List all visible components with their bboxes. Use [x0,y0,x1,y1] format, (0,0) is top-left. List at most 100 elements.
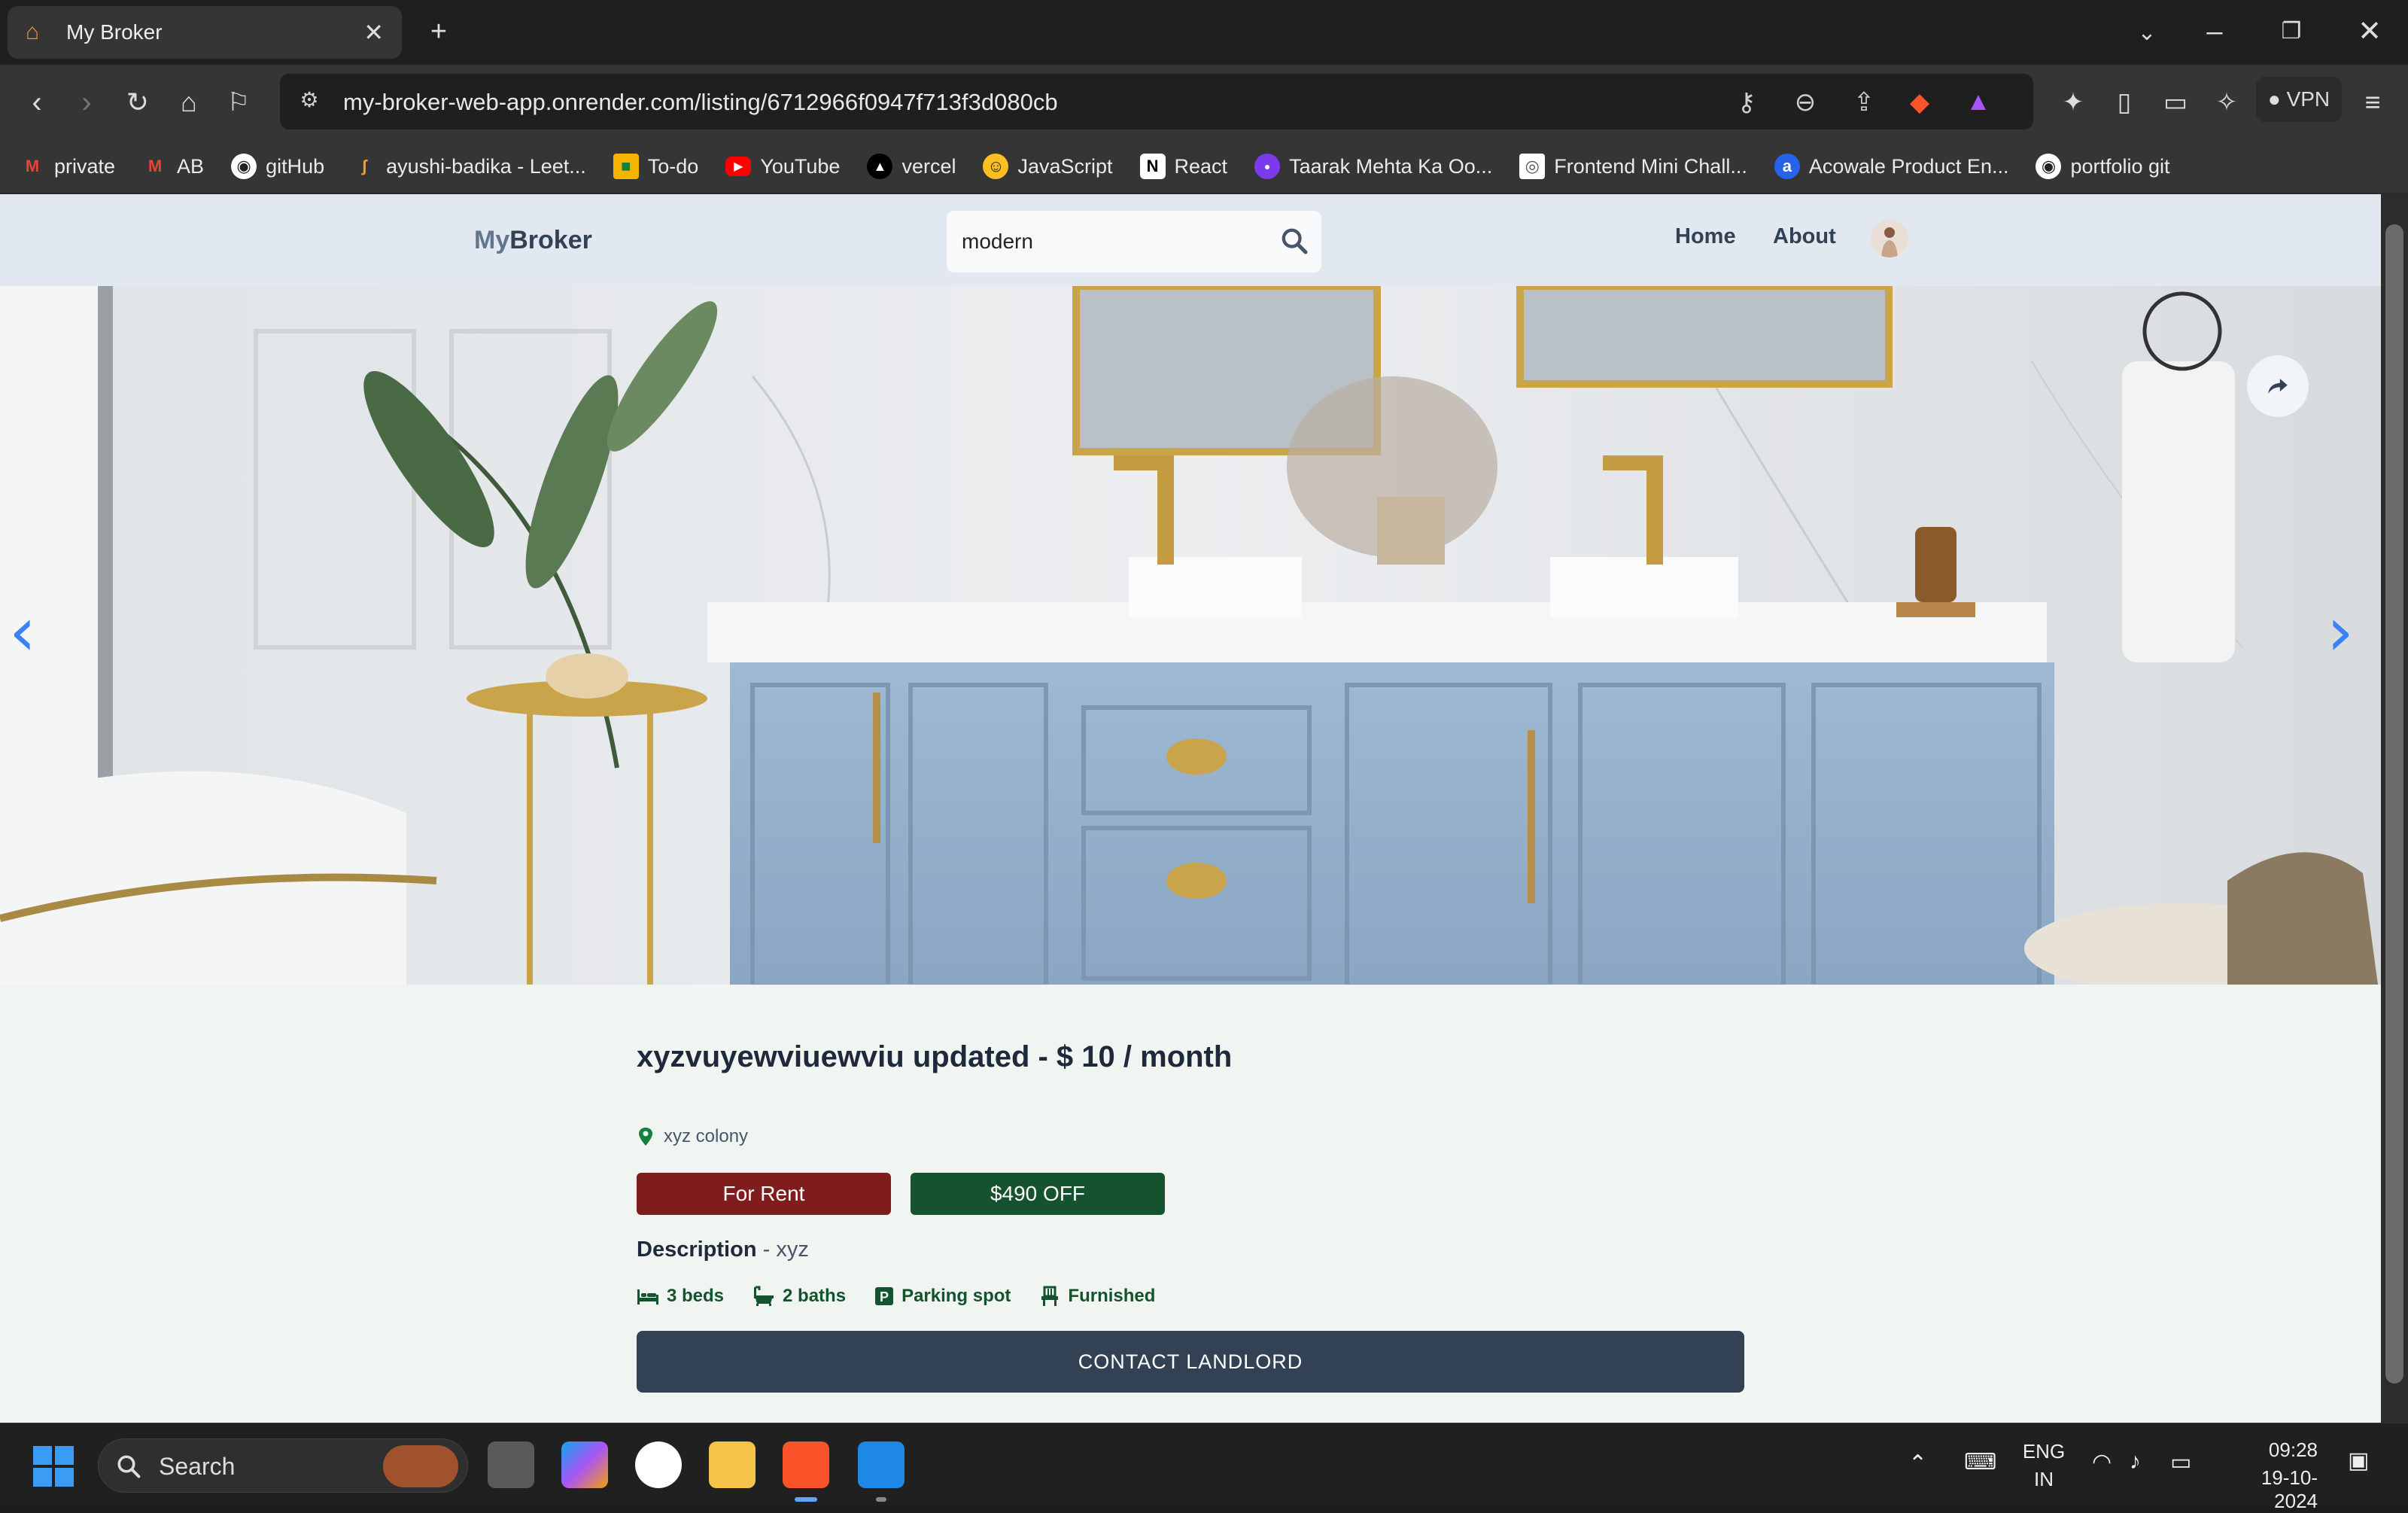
browser-tab[interactable]: ⌂ My Broker ✕ [8,6,402,59]
site-logo[interactable]: MyBroker [474,226,592,255]
brave-rewards-icon[interactable]: ▲ [1961,87,1996,117]
vscode-icon[interactable] [858,1441,905,1488]
bookmark-item[interactable]: ☺ JavaScript [983,154,1113,179]
bookmark-item[interactable]: ● Taarak Mehta Ka Oo... [1254,154,1492,179]
nav-home-link[interactable]: Home [1675,224,1736,249]
battery-icon[interactable]: ▭ [2170,1449,2191,1475]
restore-button[interactable]: ❐ [2273,17,2310,47]
bookmark-item[interactable]: a Acowale Product En... [1774,154,2009,179]
brave-browser-icon[interactable] [783,1441,829,1488]
beds-text: 3 beds [667,1286,725,1306]
wifi-icon[interactable]: ◠ [2092,1449,2112,1475]
search-input[interactable] [962,224,1278,259]
address-text: xyz colony [664,1126,749,1146]
clock[interactable]: 09:28 19-10-2024 [2227,1438,2318,1513]
taskbar: Search ⌃ ⌨ ENG IN ◠ ♪ ▭ 09:28 19-10-2024… [0,1423,2408,1512]
notification-icon[interactable]: ▣ [2348,1448,2369,1474]
volume-icon[interactable]: ♪ [2130,1449,2141,1475]
search-icon[interactable] [1279,226,1309,256]
bookmark-item[interactable]: ▲ vercel [867,154,956,179]
running-app-indicator [876,1497,886,1502]
bookmark-item[interactable]: ◉ gitHub [231,154,324,179]
chair-icon [1041,1286,1059,1306]
site-settings-icon[interactable]: ⚙ [292,87,327,112]
forward-icon[interactable]: › [68,86,105,119]
baths-text: 2 baths [783,1286,847,1306]
notion-icon: N [1139,154,1166,179]
copilot-icon[interactable] [561,1441,608,1488]
address-bar[interactable]: ⚙ my-broker-web-app.onrender.com/listing… [280,74,2033,129]
reload-icon[interactable]: ↻ [119,86,157,119]
bookmark-item[interactable]: ʃ ayushi-badika - Leet... [351,154,586,179]
web-page: MyBroker Home About [0,194,2381,1423]
contact-landlord-button[interactable]: CONTACT LANDLORD [637,1331,1744,1393]
discount-badge: $490 OFF [911,1173,1165,1215]
language-indicator[interactable]: ENG IN [2021,1440,2066,1491]
bookmarks-bar: Mprivate M AB ◉ gitHub ʃ ayushi-badika - Le… [0,140,2408,194]
windows-start-icon[interactable] [33,1446,74,1487]
classroom-icon: ■ [613,154,639,179]
listing-image-carousel: ‹ › [0,286,2381,985]
bookmark-label: To-do [647,154,699,178]
keyboard-icon[interactable]: ⌨ [1964,1449,1996,1475]
bookmark-icon[interactable]: ⚐ [220,86,257,119]
bookmark-label: Frontend Mini Chall... [1554,154,1747,178]
search-form [947,211,1321,272]
back-icon[interactable]: ‹ [18,86,56,119]
tab-search-chevron-icon[interactable]: ⌄ [2128,18,2166,48]
close-tab-icon[interactable]: ✕ [363,18,384,47]
tab-title: My Broker [66,20,163,44]
minimize-button[interactable]: – [2196,17,2233,47]
language-line1: ENG [2022,1440,2066,1463]
taskbar-search-box[interactable]: Search [98,1438,468,1493]
sidebar-icon[interactable]: ▯ [2105,86,2143,119]
bookmark-item[interactable]: ◉ portfolio git [2036,154,2170,179]
description-label: Description [637,1237,757,1262]
avatar[interactable] [1871,220,1908,257]
key-icon[interactable]: ⚷ [1729,87,1764,117]
bookmark-item[interactable]: M AB [142,154,204,179]
map-pin-icon [639,1128,652,1146]
zoom-icon[interactable]: ⊖ [1788,87,1823,117]
vpn-button[interactable]: ● VPN [2256,77,2342,122]
scrollbar-thumb[interactable] [2385,224,2403,1384]
bookmark-item[interactable]: Mprivate [20,154,115,179]
bookmark-label: ayushi-badika - Leet... [386,154,586,178]
logo-part-broker: Broker [509,226,592,254]
bookmark-item[interactable]: ■ To-do [613,154,699,179]
bookmark-label: gitHub [266,154,325,178]
sonyliv-icon: ● [1254,154,1281,179]
bathroom-photo [0,286,2381,985]
tray-chevron-up-icon[interactable]: ⌃ [1908,1451,1927,1477]
bookmark-label: Acowale Product En... [1808,154,2009,178]
bookmark-item[interactable]: ▶ YouTube [725,155,840,178]
bookmark-item[interactable]: N React [1139,154,1228,179]
bookmark-label: React [1174,154,1228,178]
taskbar-search-label: Search [159,1453,236,1480]
file-explorer-icon[interactable] [709,1441,756,1488]
wallet-icon[interactable]: ▭ [2157,86,2194,119]
clock-date: 19-10-2024 [2261,1466,2318,1512]
leo-ai-icon[interactable]: ✧ [2208,86,2245,119]
url-text[interactable]: my-broker-web-app.onrender.com/listing/6… [343,89,1058,116]
task-view-icon[interactable] [488,1441,534,1488]
share-arrow-icon [2268,379,2288,394]
carousel-prev-arrow-icon[interactable]: ‹ [9,595,36,670]
new-tab-button[interactable]: + [420,17,458,47]
slack-icon[interactable] [635,1441,682,1488]
menu-icon[interactable]: ≡ [2354,86,2391,119]
listing-title: xyzvuyewviuewviu updated - $ 10 / month [637,1040,1233,1073]
close-window-button[interactable]: ✕ [2351,17,2388,47]
bookmark-label: portfolio git [2070,154,2170,178]
home-icon[interactable]: ⌂ [170,86,208,119]
feature-parking: P Parking spot [874,1286,1011,1307]
brave-shields-icon[interactable]: ◆ [1902,87,1937,117]
gmail-icon: M [25,157,40,175]
bookmark-item[interactable]: ◎ Frontend Mini Chall... [1519,154,1747,179]
clock-time: 09:28 [2268,1438,2318,1461]
extensions-icon[interactable]: ✦ [2054,86,2092,119]
carousel-next-arrow-icon[interactable]: › [2327,595,2354,670]
share-page-icon[interactable]: ⇪ [1847,87,1881,117]
nav-about-link[interactable]: About [1773,224,1836,249]
share-button[interactable] [2247,355,2309,417]
